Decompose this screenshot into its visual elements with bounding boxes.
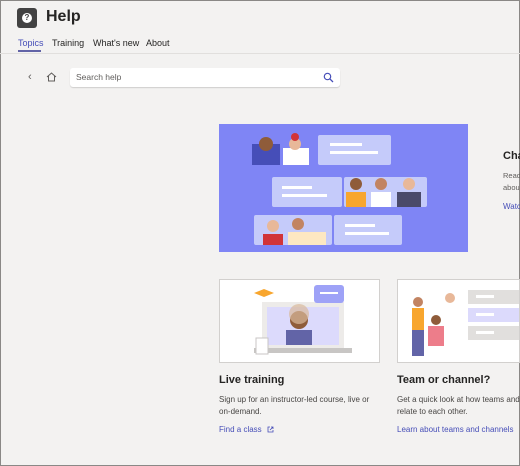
live-training-title: Live training: [219, 374, 285, 386]
avatar-2: [283, 133, 309, 165]
search-box[interactable]: Search help: [70, 68, 340, 87]
search-input[interactable]: Search help: [76, 72, 121, 82]
find-a-class-link[interactable]: Find a class: [219, 425, 274, 434]
external-link-icon: [267, 426, 274, 433]
tab-whats-new[interactable]: What's new: [93, 38, 139, 48]
active-tab-indicator: [18, 50, 41, 52]
hero-desc-line-1: Read: [503, 171, 520, 180]
hero-art: [252, 133, 427, 245]
team-or-channel-image[interactable]: [397, 279, 520, 363]
live-training-desc-line-2: on-demand.: [219, 407, 262, 416]
team-or-channel-title: Team or channel?: [397, 374, 491, 386]
tab-about[interactable]: About: [146, 38, 170, 48]
avatar-1: [252, 137, 280, 165]
hero-illustration[interactable]: [219, 124, 468, 252]
team-or-channel-art: [412, 290, 519, 356]
hero-title: Cha: [503, 150, 520, 162]
search-icon[interactable]: [323, 72, 334, 83]
live-training-description: Sign up for an instructor-led course, li…: [219, 394, 389, 418]
question-icon: ?: [22, 13, 32, 23]
live-training-desc-line-1: Sign up for an instructor-led course, li…: [219, 395, 370, 404]
hero-link[interactable]: Watc: [503, 202, 520, 211]
learn-about-teams-link[interactable]: Learn about teams and channels: [397, 425, 514, 434]
back-chevron-icon[interactable]: ‹: [28, 71, 32, 83]
team-or-channel-description: Get a quick look at how teams and relate…: [397, 394, 520, 418]
home-icon[interactable]: [46, 72, 57, 82]
help-app-icon: ?: [17, 8, 37, 28]
app-title: Help: [46, 8, 81, 25]
live-training-art: [254, 285, 352, 355]
tab-topics[interactable]: Topics: [18, 38, 44, 48]
tab-training[interactable]: Training: [52, 38, 84, 48]
live-training-image[interactable]: [219, 279, 380, 363]
find-a-class-link-text[interactable]: Find a class: [219, 425, 262, 434]
team-or-channel-desc-line-2: relate to each other.: [397, 407, 468, 416]
header-divider: [0, 53, 520, 54]
hero-desc-line-2: abou: [503, 183, 520, 192]
hero-description: Read abou: [503, 170, 520, 194]
team-or-channel-desc-line-1: Get a quick look at how teams and: [397, 395, 520, 404]
